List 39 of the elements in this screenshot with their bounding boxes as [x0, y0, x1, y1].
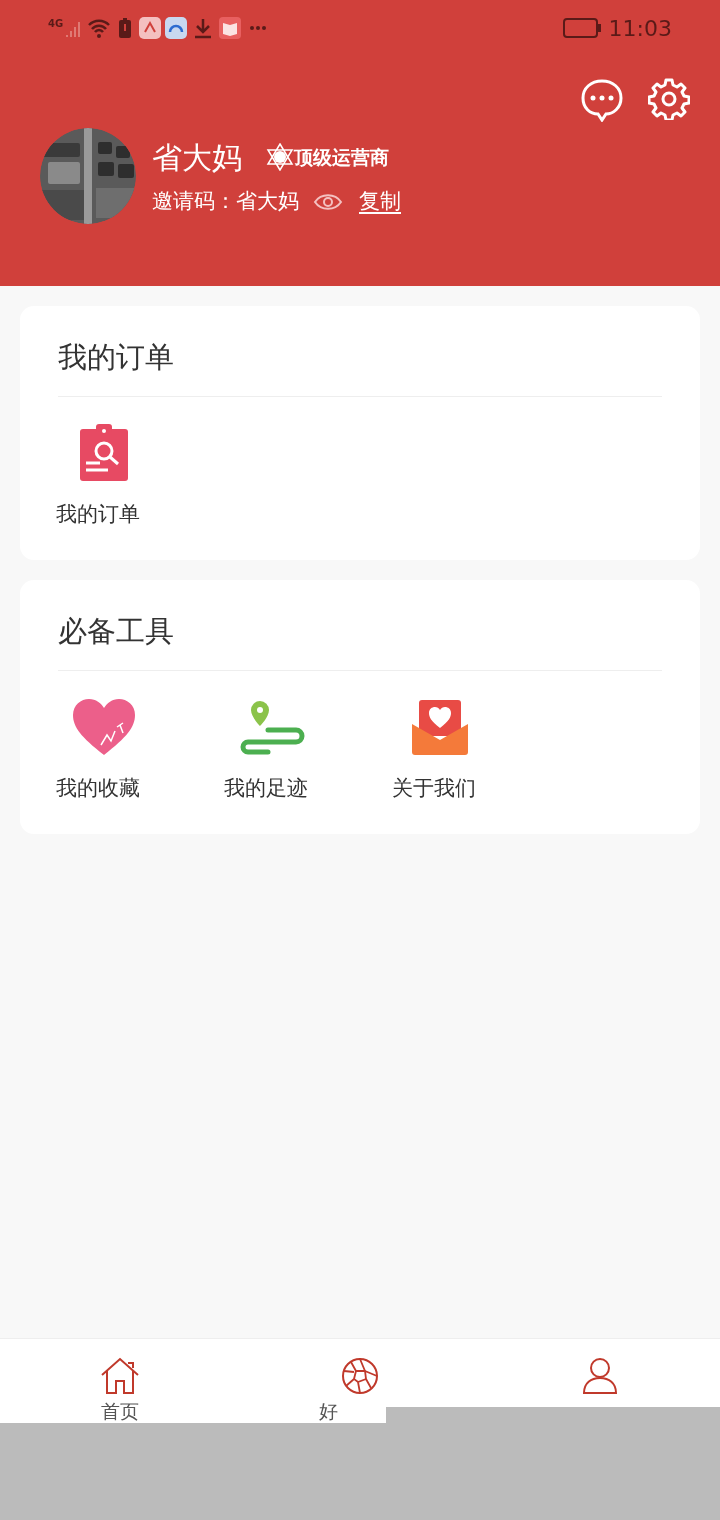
- clock: 11:03: [608, 14, 672, 43]
- more-icon: [249, 25, 268, 31]
- menu-item[interactable]: 我的订单: [56, 420, 226, 530]
- copy-link[interactable]: 复制: [359, 185, 401, 218]
- route-pin-icon: [238, 698, 306, 755]
- menu-label: 关于我们: [392, 774, 476, 802]
- clipboard-search-icon: [78, 422, 130, 483]
- star-badge-icon: [266, 143, 294, 172]
- person-icon: [582, 1357, 618, 1395]
- download-icon: [193, 17, 214, 39]
- tab-button[interactable]: 首页: [100, 1357, 140, 1426]
- settings-icon[interactable]: [648, 78, 690, 120]
- app-notification-icon: [139, 17, 162, 39]
- eye-icon[interactable]: [313, 191, 343, 212]
- invite-code: 省大妈: [236, 187, 299, 215]
- app-notification-icon: [165, 17, 188, 39]
- section-title: 必备工具: [58, 580, 662, 671]
- menu-label: 我的收藏: [56, 774, 140, 802]
- home-icon: [100, 1357, 140, 1395]
- network-type: 4G: [48, 16, 64, 31]
- tab-button[interactable]: 好: [319, 1357, 379, 1426]
- menu-item[interactable]: 关于我们: [392, 694, 562, 804]
- battery-alert-icon: [119, 18, 132, 38]
- invite-label: 邀请码：: [152, 187, 236, 215]
- menu-label: 我的足迹: [224, 774, 308, 802]
- message-icon[interactable]: [580, 78, 624, 122]
- user-name: 省大妈: [152, 138, 242, 177]
- signal-icon: [65, 19, 82, 37]
- menu-label: 我的订单: [56, 500, 140, 528]
- aperture-icon: [341, 1357, 379, 1395]
- section-title: 我的订单: [58, 306, 662, 397]
- tab-button[interactable]: [582, 1357, 618, 1395]
- book-icon: [219, 17, 242, 39]
- battery-icon: [562, 18, 601, 38]
- level-label: 顶级运营商: [294, 145, 389, 170]
- menu-item[interactable]: 我的足迹: [224, 694, 394, 804]
- envelope-heart-icon: [411, 697, 469, 756]
- heart-icon: [71, 696, 137, 757]
- wifi-icon: [87, 18, 112, 38]
